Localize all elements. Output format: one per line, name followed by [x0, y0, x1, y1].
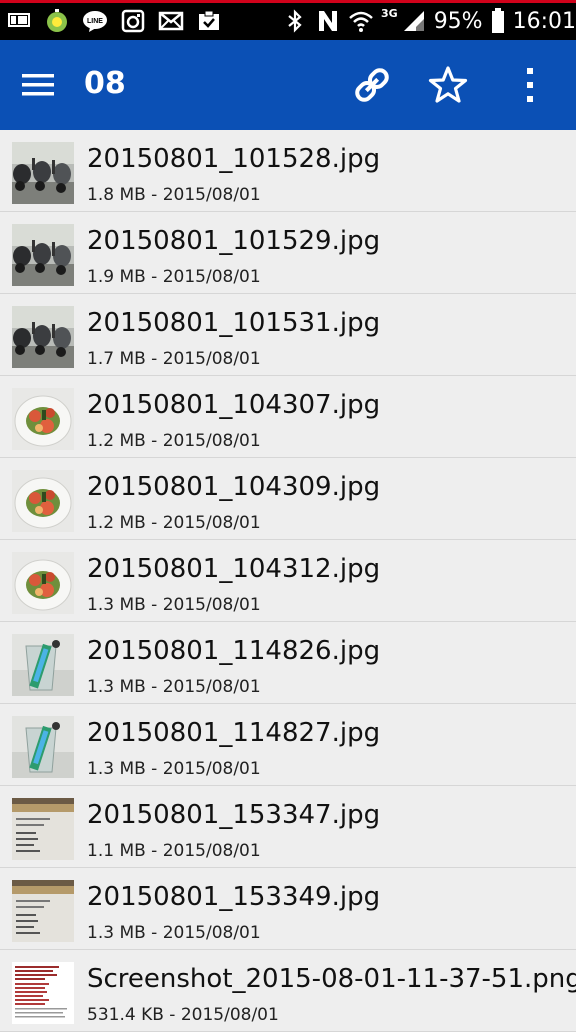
file-thumbnail [12, 552, 74, 614]
more-options-button[interactable] [510, 65, 550, 105]
file-meta: 1.3 MB - 2015/08/01 [87, 923, 261, 943]
timer-app-icon [44, 8, 70, 34]
file-meta: 1.8 MB - 2015/08/01 [87, 185, 261, 205]
file-thumbnail [12, 470, 74, 532]
file-row[interactable]: 20150801_153349.jpg 1.3 MB - 2015/08/01 [0, 868, 576, 950]
network-type: 3G [381, 6, 398, 20]
file-row[interactable]: 20150801_101531.jpg 1.7 MB - 2015/08/01 [0, 294, 576, 376]
file-thumbnail [12, 388, 74, 450]
file-thumbnail [12, 634, 74, 696]
file-thumbnail [12, 716, 74, 778]
file-meta: 1.2 MB - 2015/08/01 [87, 513, 261, 533]
file-meta: 1.3 MB - 2015/08/01 [87, 677, 261, 697]
file-thumbnail [12, 962, 74, 1024]
file-thumbnail [12, 224, 74, 286]
file-name: 20150801_153347.jpg [87, 800, 381, 830]
menu-icon [22, 74, 54, 96]
file-name: 20150801_114826.jpg [87, 636, 381, 666]
file-name: 20150801_114827.jpg [87, 718, 381, 748]
file-meta: 1.3 MB - 2015/08/01 [87, 595, 261, 615]
link-icon [355, 68, 389, 102]
file-name: 20150801_153349.jpg [87, 882, 381, 912]
file-meta: 531.4 KB - 2015/08/01 [87, 1005, 279, 1025]
svg-text:LINE: LINE [87, 18, 103, 25]
file-row[interactable]: 20150801_114827.jpg 1.3 MB - 2015/08/01 [0, 704, 576, 786]
file-name: 20150801_104312.jpg [87, 554, 381, 584]
system-indicators: 3G 95% 16:01 [282, 7, 576, 35]
favorite-button[interactable] [428, 65, 468, 105]
nfc-icon [315, 8, 341, 34]
star-icon [428, 66, 468, 103]
file-name: 20150801_101531.jpg [87, 308, 381, 338]
status-bar: LINE 3G 95% 16:01 [0, 0, 576, 40]
file-row[interactable]: 20150801_114826.jpg 1.3 MB - 2015/08/01 [0, 622, 576, 704]
file-row[interactable]: 20150801_104309.jpg 1.2 MB - 2015/08/01 [0, 458, 576, 540]
more-vert-icon [527, 68, 533, 102]
file-meta: 1.3 MB - 2015/08/01 [87, 759, 261, 779]
battery-percent: 95% [433, 8, 483, 34]
line-chat-icon: LINE [82, 8, 108, 34]
file-row[interactable]: Screenshot_2015-08-01-11-37-51.png 531.4 … [0, 950, 576, 1032]
menu-button[interactable] [22, 70, 54, 100]
file-name: 20150801_104309.jpg [87, 472, 381, 502]
battery-icon [490, 8, 506, 34]
bluetooth-icon [282, 8, 308, 34]
file-row[interactable]: 20150801_101528.jpg 1.8 MB - 2015/08/01 [0, 130, 576, 212]
wifi-icon [348, 8, 374, 34]
file-meta: 1.1 MB - 2015/08/01 [87, 841, 261, 861]
clock: 16:01 [512, 8, 576, 34]
file-name: 20150801_104307.jpg [87, 390, 381, 420]
file-thumbnail [12, 306, 74, 368]
signal-icon [401, 8, 427, 34]
app-bar: 08 [0, 40, 576, 130]
copy-link-button[interactable] [352, 65, 392, 105]
file-meta: 1.7 MB - 2015/08/01 [87, 349, 261, 369]
file-row[interactable]: 20150801_101529.jpg 1.9 MB - 2015/08/01 [0, 212, 576, 294]
line-icon [6, 8, 32, 34]
file-meta: 1.9 MB - 2015/08/01 [87, 267, 261, 287]
file-row[interactable]: 20150801_153347.jpg 1.1 MB - 2015/08/01 [0, 786, 576, 868]
instagram-icon [120, 8, 146, 34]
mail-icon [158, 8, 184, 34]
file-meta: 1.2 MB - 2015/08/01 [87, 431, 261, 451]
status-bar-accent-line [0, 0, 576, 3]
file-name: 20150801_101528.jpg [87, 144, 381, 174]
file-thumbnail [12, 142, 74, 204]
file-row[interactable]: 20150801_104312.jpg 1.3 MB - 2015/08/01 [0, 540, 576, 622]
file-thumbnail [12, 880, 74, 942]
file-name: Screenshot_2015-08-01-11-37-51.png [87, 964, 576, 994]
notification-icons: LINE [6, 7, 222, 35]
clipboard-check-icon [196, 8, 222, 34]
file-thumbnail [12, 798, 74, 860]
folder-title: 08 [84, 66, 126, 101]
file-name: 20150801_101529.jpg [87, 226, 381, 256]
file-row[interactable]: 20150801_104307.jpg 1.2 MB - 2015/08/01 [0, 376, 576, 458]
file-list: 20150801_101528.jpg 1.8 MB - 2015/08/01 2… [0, 130, 576, 1032]
